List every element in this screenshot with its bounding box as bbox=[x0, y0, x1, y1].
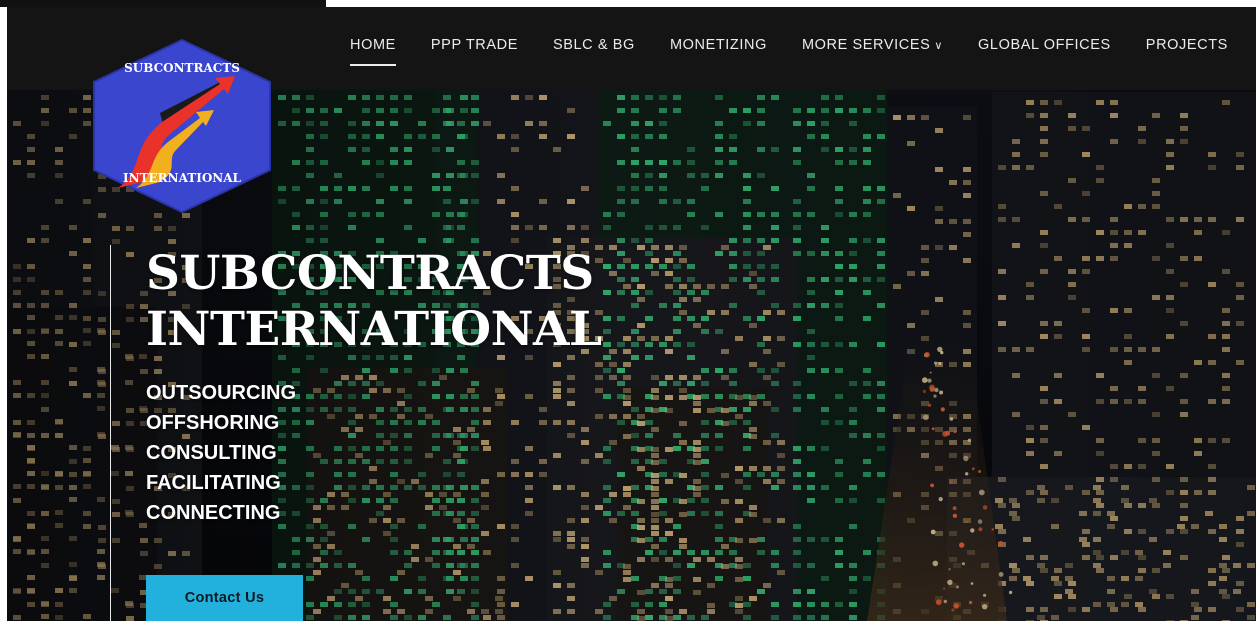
nav-ppp-trade[interactable]: PPP TRADE bbox=[431, 37, 518, 53]
main-nav: HOME PPP TRADE SBLC & BG MONETIZING MORE… bbox=[350, 37, 1256, 66]
hero-title: SUBCONTRACTS INTERNATIONAL bbox=[146, 246, 602, 358]
nav-projects[interactable]: PROJECTS bbox=[1146, 37, 1228, 53]
service-item-connecting: CONNECTING bbox=[146, 502, 281, 524]
hero-title-line2: INTERNATIONAL bbox=[146, 302, 602, 357]
contact-us-button[interactable]: Contact Us bbox=[146, 575, 303, 621]
nav-sblc-bg[interactable]: SBLC & BG bbox=[553, 37, 635, 53]
chevron-down-icon: ∨ bbox=[934, 40, 944, 52]
nav-global-offices[interactable]: GLOBAL OFFICES bbox=[978, 37, 1111, 53]
nav-more-services-label: MORE SERVICES bbox=[801, 37, 931, 53]
services-list: OUTSOURCING OFFSHORING CONSULTING FACILI… bbox=[146, 378, 296, 528]
left-page-edge bbox=[0, 7, 7, 621]
service-item-consulting: CONSULTING bbox=[146, 442, 277, 464]
logo-text-bottom: INTERNATIONAL bbox=[123, 171, 242, 185]
nav-more-services[interactable]: MORE SERVICES ∨ bbox=[802, 37, 943, 53]
company-logo[interactable]: SUBCONTRACTS INTERNATIONAL bbox=[90, 38, 274, 214]
service-item-outsourcing: OUTSOURCING bbox=[146, 382, 296, 404]
nav-home[interactable]: HOME bbox=[350, 37, 396, 66]
service-item-offshoring: OFFSHORING bbox=[146, 412, 280, 434]
logo-text-top: SUBCONTRACTS bbox=[124, 61, 240, 75]
nav-monetizing[interactable]: MONETIZING bbox=[670, 37, 767, 53]
top-dark-strip bbox=[0, 0, 326, 7]
hero-title-line1: SUBCONTRACTS bbox=[146, 246, 594, 301]
service-item-facilitating: FACILITATING bbox=[146, 472, 281, 494]
hero-vertical-line bbox=[110, 245, 111, 621]
